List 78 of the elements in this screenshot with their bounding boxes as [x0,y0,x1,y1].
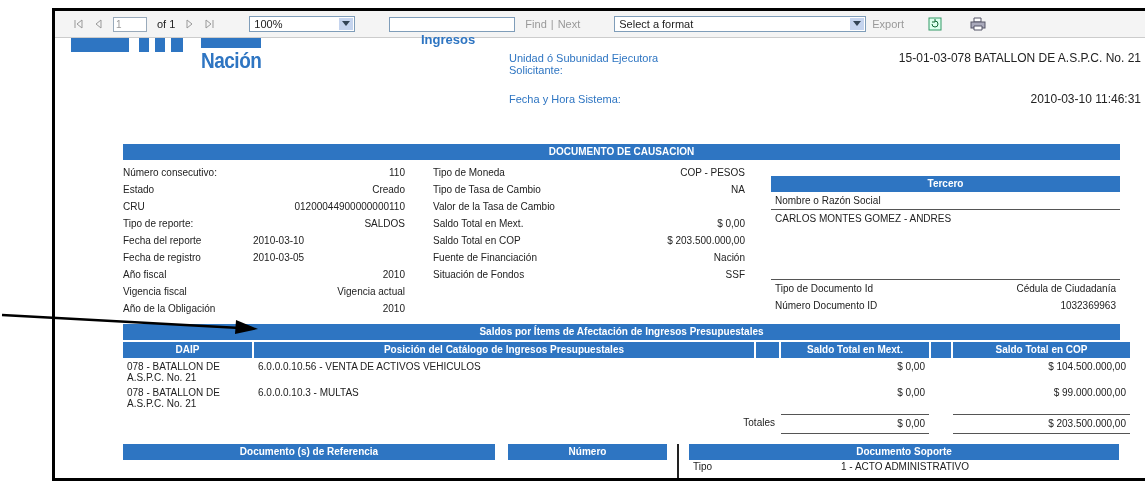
section-header: Número [508,444,667,460]
totals-label: Totales [742,416,776,430]
print-icon[interactable] [970,17,987,31]
field-label: Nombre o Razón Social [775,195,881,206]
field-label: Tipo [693,461,714,472]
field-label: Estado [123,184,156,195]
field-value: CARLOS MONTES GOMEZ - ANDRES [775,213,952,224]
section-header: Tercero [771,176,1120,192]
header-value: 15-01-03-078 BATALLON DE A.S.P.C. No. 21 [897,52,1142,64]
column-header: DAIP [123,342,252,358]
table-cell-text: 078 - BATALLON DE A.S.P.C. No. 21 [126,360,221,384]
field-value: SSF [724,269,745,280]
table-cell-text: 6.0.0.0.10.3 - MULTAS [257,386,360,400]
field-label: Número Documento ID [775,300,878,311]
column-header [756,342,779,358]
field-value: COP - PESOS [679,167,745,178]
field-label: CRU [123,201,146,212]
separator: | [550,18,554,30]
refresh-icon[interactable] [928,17,943,31]
field-value: $ 203.500.000,00 [666,235,745,246]
field-label: Situación de Fondos [433,269,526,280]
table-cell-text: $ 0,00 [896,360,926,374]
section-header: Documento (s) de Referencia [123,444,495,460]
field-value: 2010-03-05 [253,252,306,263]
field-label: Fecha de registro [123,252,202,263]
find-field[interactable] [389,16,516,32]
field-value: 1 - ACTO ADMINISTRATIVO [841,461,969,472]
table-cell-text: 078 - BATALLON DE A.S.P.C. No. 21 [126,386,221,410]
column-header: Posición del Catálogo de Ingresos Presupuestales [254,342,754,358]
page-count: of 1 [157,18,176,30]
header-value: 2010-03-10 11:46:31 [1029,93,1142,105]
table-cell-text: $ 0,00 [896,386,926,400]
section-header: DOCUMENTO DE CAUSACION [123,144,1120,160]
column-header: Saldo Total en COP [953,342,1130,358]
field-value: NA [730,184,745,195]
field-value: 2010-03-10 [253,235,306,246]
field-value: 2010 [381,303,405,314]
table-cell-text: 6.0.0.0.10.56 - VENTA DE ACTIVOS VEHICULOS [257,360,482,374]
field-label: Saldo Total en COP [433,235,522,246]
column-header [931,342,951,358]
table-cell-text: $ 99.000.000,00 [1052,386,1127,400]
field-value: 2010 [381,269,405,280]
header-label: Unidad ó Subunidad Ejecutora Solicitante: [509,52,660,76]
page-number-field[interactable]: 1 [113,16,147,32]
field-value: Cédula de Ciudadanía [1016,283,1116,294]
field-label: Tipo de reporte: [123,218,195,229]
field-value: 01200044900000000110 [293,201,405,212]
zoom-select[interactable]: 100% [249,16,356,32]
column-header: Saldo Total en Mext. [781,342,929,358]
table-cell: $ 0,00 [781,414,929,434]
field-value: 1032369963 [1060,300,1116,311]
table-cell-text: $ 104.500.000,00 [1047,360,1127,374]
field-label: Tipo de Tasa de Cambio [433,184,542,195]
field-label: Fuente de Financiación [433,252,538,263]
field-label: Saldo Total en Mext. [433,218,525,229]
field-value: 110 [388,167,405,178]
field-value: Creado [371,184,405,195]
field-label: Tipo de Moneda [433,167,506,178]
caret-icon [342,21,351,27]
report-title: Ingresos [421,32,477,47]
header-label: Fecha y Hora Sistema: [509,93,622,105]
format-select[interactable]: Select a format [614,16,867,32]
field-label: Valor de la Tasa de Cambio [433,201,556,212]
field-label: Vigencia fiscal [123,286,188,297]
table-cell: $ 203.500.000,00 [953,414,1130,434]
field-value: Nación [712,252,745,263]
logo-text: Nación [201,48,263,74]
field-label: Número consecutivo: [123,167,218,178]
field-label: Año de la Obligación [123,303,217,314]
caret-icon [853,21,862,27]
section-header: Saldos por Ítems de Afectación de Ingresos Presupuestales [123,324,1120,340]
field-label: Año fiscal [123,269,168,280]
section-header: Documento Soporte [689,444,1119,460]
field-value: SALDOS [363,218,405,229]
field-value: $ 0,00 [716,218,745,229]
field-value: Vigencia actual [336,286,405,297]
field-label: Tipo de Documento Id [775,283,874,294]
field-label: Fecha del reporte [123,235,203,246]
